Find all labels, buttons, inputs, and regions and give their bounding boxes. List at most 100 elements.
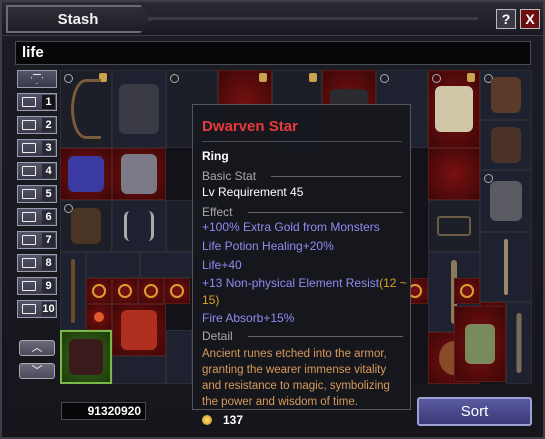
tab-label: 10 [42,302,55,316]
item-ring-b[interactable] [112,278,138,304]
item-crossbow[interactable] [428,200,480,252]
sort-button[interactable]: Sort [417,397,532,426]
item-spear[interactable] [480,232,532,302]
divider [202,141,402,142]
effect-resist-text: +13 Non-physical Element Resist [202,276,380,290]
help-button[interactable]: ? [496,9,516,29]
item-slot[interactable] [112,356,166,384]
tab-label: 7 [42,233,55,247]
window-title: Stash [57,11,99,28]
tab-8[interactable]: 8 [17,254,57,272]
chest-icon [22,143,36,153]
basic-stat-header: Basic Stat [202,169,257,183]
section-line [271,176,401,177]
scroll-down-button[interactable]: ﹀ [19,363,55,379]
helm-icon [490,181,522,221]
item-green-boots[interactable] [454,306,506,382]
staff-icon [71,259,75,323]
chest-icon [22,304,36,314]
tab-gems[interactable] [17,70,57,88]
item-belt[interactable] [140,252,194,278]
tab-7[interactable]: 7 [17,231,57,249]
effect-life: Life+40 [202,258,242,272]
chest-icon [22,212,36,222]
item-bar[interactable] [86,252,140,278]
item-name: Dwarven Star [202,118,298,135]
item-golden-armor[interactable] [428,70,480,148]
search-input[interactable]: life [15,41,531,65]
item-red-slot[interactable] [428,148,480,200]
item-armor[interactable] [112,70,166,148]
tab-label: 9 [42,279,55,293]
ring-icon [118,284,132,298]
gloves-icon [491,77,521,113]
item-ring-f[interactable] [454,278,480,304]
gloves-icon [68,156,104,192]
hood-icon [71,208,101,244]
effect-gold: +100% Extra Gold from Monsters [202,220,380,234]
tab-10[interactable]: 10 [17,300,57,318]
item-ring-a[interactable] [86,278,112,304]
armor-icon [435,86,473,132]
item-claws[interactable] [112,200,166,252]
item-gloves[interactable] [480,70,532,120]
item-slot[interactable] [166,330,192,384]
item-selected-gloves[interactable] [60,330,112,384]
armor-icon [119,84,159,134]
item-staff[interactable] [60,252,86,330]
lock-icon [467,73,475,82]
scroll-up-button[interactable]: ︿ [19,340,55,356]
tab-9[interactable]: 9 [17,277,57,295]
tab-5[interactable]: 5 [17,185,57,203]
item-mace[interactable] [506,302,532,384]
amulet-icon [94,312,104,322]
item-description: Ancient runes etched into the armor, gra… [202,348,390,408]
item-boots[interactable] [112,148,166,200]
ring-icon [144,284,158,298]
item-ring-c[interactable] [138,278,164,304]
crossbow-icon [437,216,471,236]
item-ring-d[interactable] [164,278,190,304]
lock-icon [259,73,267,82]
item-red-armor[interactable] [112,304,166,356]
slot-marker-icon [64,74,73,83]
item-price: 137 [223,413,244,427]
section-line [248,212,403,213]
effect-fire-absorb: Fire Absorb+15% [202,311,295,325]
chest-icon [22,235,36,245]
item-hood[interactable] [60,200,112,252]
title-divider [148,17,478,20]
tab-2[interactable]: 2 [17,116,57,134]
effect-resist: +13 Non-physical Element Resist(12 ~ 15) [202,275,407,309]
title-tab: Stash [6,5,152,33]
item-gloves-2[interactable] [480,120,532,170]
item-bow[interactable] [60,70,112,148]
tab-3[interactable]: 3 [17,139,57,157]
armor-icon [121,310,157,350]
gloves-icon [491,127,521,163]
effect-potion: Life Potion Healing+20% [202,239,334,253]
slot-marker-icon [432,74,441,83]
chest-icon [22,97,36,107]
gem-icon [31,74,43,84]
claw-icon [124,211,154,241]
chest-icon [22,258,36,268]
item-amulet[interactable] [86,304,112,330]
bow-icon [71,79,101,139]
tab-6[interactable]: 6 [17,208,57,226]
gloves-icon [69,339,103,375]
item-helmet[interactable] [480,170,532,232]
mace-icon [516,313,522,373]
boots-icon [121,154,157,194]
chest-icon [22,189,36,199]
slot-marker-icon [170,74,179,83]
item-type: Ring [202,149,229,163]
spear-icon [504,239,508,295]
item-blue-gloves[interactable] [60,148,112,200]
close-button[interactable]: X [520,9,540,29]
tab-4[interactable]: 4 [17,162,57,180]
tab-label: 2 [42,118,55,132]
level-requirement: Lv Requirement 45 [202,185,304,199]
tab-1[interactable]: 1 [17,93,57,111]
section-line [248,336,403,337]
